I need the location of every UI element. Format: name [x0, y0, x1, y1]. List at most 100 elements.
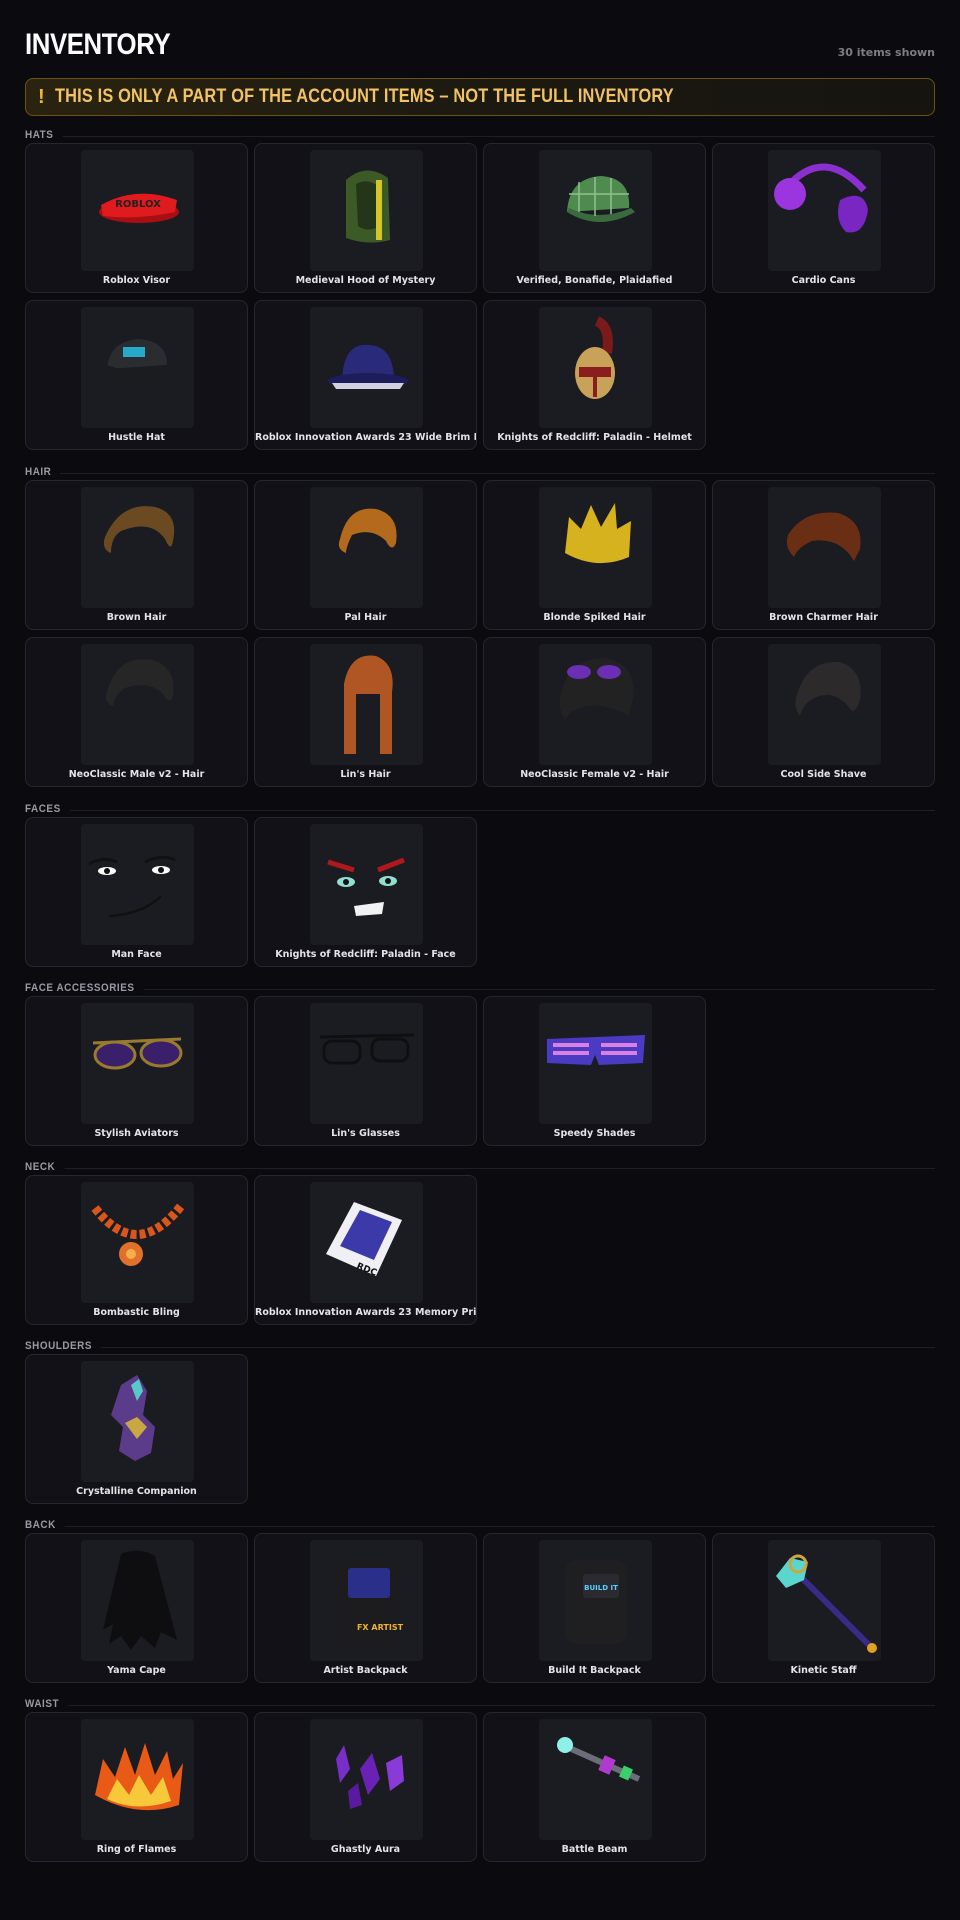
item-card-cool-side-shave[interactable]: Cool Side Shave	[712, 637, 935, 787]
item-label: Lin's Glasses	[331, 1128, 400, 1139]
visor-logo-text: ROBLOX	[115, 199, 161, 210]
item-card-lins-hair[interactable]: Lin's Hair	[254, 637, 477, 787]
fedora-icon	[310, 307, 423, 428]
section-title-face-accessories: FACE ACCESSORIES	[25, 982, 144, 994]
item-card-paladin-helmet[interactable]: Knights of Redcliff: Paladin - Helmet	[483, 300, 706, 450]
item-label: Artist Backpack	[323, 1665, 408, 1676]
backpack-icon: BUILD IT	[539, 1540, 652, 1661]
item-card-neoclassic-female-hair[interactable]: NeoClassic Female v2 - Hair	[483, 637, 706, 787]
item-card-cardio-cans[interactable]: Cardio Cans	[712, 143, 935, 293]
visor-icon: ROBLOX	[81, 150, 194, 271]
item-card-bombastic-bling[interactable]: Bombastic Bling	[25, 1175, 248, 1325]
item-label: Cool Side Shave	[780, 769, 867, 780]
item-label: Speedy Shades	[553, 1128, 636, 1139]
item-label: Bombastic Bling	[93, 1307, 180, 1318]
item-card-kinetic-staff[interactable]: Kinetic Staff	[712, 1533, 935, 1683]
item-label: Ring of Flames	[96, 1844, 177, 1855]
item-card-rda-fedora[interactable]: Roblox Innovation Awards 23 Wide Brim Fe…	[254, 300, 477, 450]
helmet-icon	[539, 307, 652, 428]
item-label: Build It Backpack	[548, 1665, 641, 1676]
page-header: INVENTORY 30 items shown	[25, 28, 935, 62]
item-label: Medieval Hood of Mystery	[295, 275, 436, 286]
item-card-plaid-cap[interactable]: Verified, Bonafide, Plaidafied	[483, 143, 706, 293]
item-label: Knights of Redcliff: Paladin - Helmet	[497, 432, 692, 443]
hair-icon	[310, 487, 423, 608]
item-card-memory-print[interactable]: RDC Roblox Innovation Awards 23 Memory P…	[254, 1175, 477, 1325]
item-card-medieval-hood[interactable]: Medieval Hood of Mystery	[254, 143, 477, 293]
item-card-brown-charmer-hair[interactable]: Brown Charmer Hair	[712, 480, 935, 630]
item-card-artist-backpack[interactable]: FX ARTIST Artist Backpack	[254, 1533, 477, 1683]
section-title-hats: HATS	[25, 129, 63, 141]
item-card-crystalline-companion[interactable]: Crystalline Companion	[25, 1354, 248, 1504]
item-card-speedy-shades[interactable]: Speedy Shades	[483, 996, 706, 1146]
headphones-icon	[768, 150, 881, 271]
section-title-faces: FACES	[25, 803, 70, 815]
spiked-hair-icon	[539, 487, 652, 608]
item-label: Crystalline Companion	[76, 1486, 197, 1497]
warning-banner: ! THIS IS ONLY A PART OF THE ACCOUNT ITE…	[25, 78, 935, 116]
glasses-icon	[310, 1003, 423, 1124]
item-label: Pal Hair	[344, 612, 387, 623]
item-label: NeoClassic Male v2 - Hair	[68, 769, 205, 780]
section-title-hair: HAIR	[25, 466, 61, 478]
item-card-ghastly-aura[interactable]: Ghastly Aura	[254, 1712, 477, 1862]
section-title-back: BACK	[25, 1519, 65, 1531]
angry-face-icon	[310, 824, 423, 945]
warning-icon: !	[38, 85, 45, 108]
section-title-neck: NECK	[25, 1161, 65, 1173]
long-hair-icon	[310, 644, 423, 765]
staff-icon	[768, 1540, 881, 1661]
item-card-yama-cape[interactable]: Yama Cape	[25, 1533, 248, 1683]
item-label: Brown Hair	[106, 612, 167, 623]
hair-icon	[81, 644, 194, 765]
aura-icon	[310, 1719, 423, 1840]
item-label: Blonde Spiked Hair	[543, 612, 646, 623]
hair-sunglasses-icon	[539, 644, 652, 765]
chain-necklace-icon	[81, 1182, 194, 1303]
item-label: Verified, Bonafide, Plaidafied	[516, 275, 673, 286]
cap-icon	[81, 307, 194, 428]
item-card-hustle-hat[interactable]: Hustle Hat	[25, 300, 248, 450]
item-label: NeoClassic Female v2 - Hair	[520, 769, 669, 780]
item-label: Cardio Cans	[791, 275, 856, 286]
item-card-blonde-spiked-hair[interactable]: Blonde Spiked Hair	[483, 480, 706, 630]
item-card-lins-glasses[interactable]: Lin's Glasses	[254, 996, 477, 1146]
section-title-waist: WAIST	[25, 1698, 69, 1710]
face-icon	[81, 824, 194, 945]
backpack-icon: FX ARTIST	[310, 1540, 423, 1661]
item-card-brown-hair[interactable]: Brown Hair	[25, 480, 248, 630]
cape-icon	[81, 1540, 194, 1661]
item-label: Man Face	[111, 949, 162, 960]
item-label: Roblox Innovation Awards 23 Memory Print	[255, 1307, 476, 1318]
page-title: INVENTORY	[25, 28, 171, 61]
beam-icon	[539, 1719, 652, 1840]
item-label: Hustle Hat	[108, 432, 165, 443]
item-label: Ghastly Aura	[330, 1844, 401, 1855]
item-card-ring-of-flames[interactable]: Ring of Flames	[25, 1712, 248, 1862]
item-card-battle-beam[interactable]: Battle Beam	[483, 1712, 706, 1862]
item-label: Lin's Hair	[340, 769, 391, 780]
item-label: Brown Charmer Hair	[769, 612, 878, 623]
artist-backpack-text: FX ARTIST	[357, 1623, 404, 1632]
hair-icon	[768, 644, 881, 765]
hood-icon	[310, 150, 423, 271]
item-label: Stylish Aviators	[94, 1128, 179, 1139]
item-label: Roblox Innovation Awards 23 Wide Brim Fe…	[255, 432, 476, 443]
warning-text: THIS IS ONLY A PART OF THE ACCOUNT ITEMS…	[54, 86, 674, 107]
item-card-pal-hair[interactable]: Pal Hair	[254, 480, 477, 630]
plaid-cap-icon	[539, 150, 652, 271]
item-label: Roblox Visor	[102, 275, 171, 286]
hair-icon	[768, 487, 881, 608]
item-card-stylish-aviators[interactable]: Stylish Aviators	[25, 996, 248, 1146]
item-count: 30 items shown	[837, 46, 935, 59]
item-card-man-face[interactable]: Man Face	[25, 817, 248, 967]
photo-print-icon: RDC	[310, 1182, 423, 1303]
item-card-roblox-visor[interactable]: ROBLOX Roblox Visor	[25, 143, 248, 293]
item-card-build-it-backpack[interactable]: BUILD IT Build It Backpack	[483, 1533, 706, 1683]
item-card-neoclassic-male-hair[interactable]: NeoClassic Male v2 - Hair	[25, 637, 248, 787]
build-backpack-text: BUILD IT	[584, 1584, 618, 1592]
item-label: Knights of Redcliff: Paladin - Face	[275, 949, 456, 960]
item-card-paladin-face[interactable]: Knights of Redcliff: Paladin - Face	[254, 817, 477, 967]
item-label: Kinetic Staff	[790, 1665, 857, 1676]
aviators-icon	[81, 1003, 194, 1124]
